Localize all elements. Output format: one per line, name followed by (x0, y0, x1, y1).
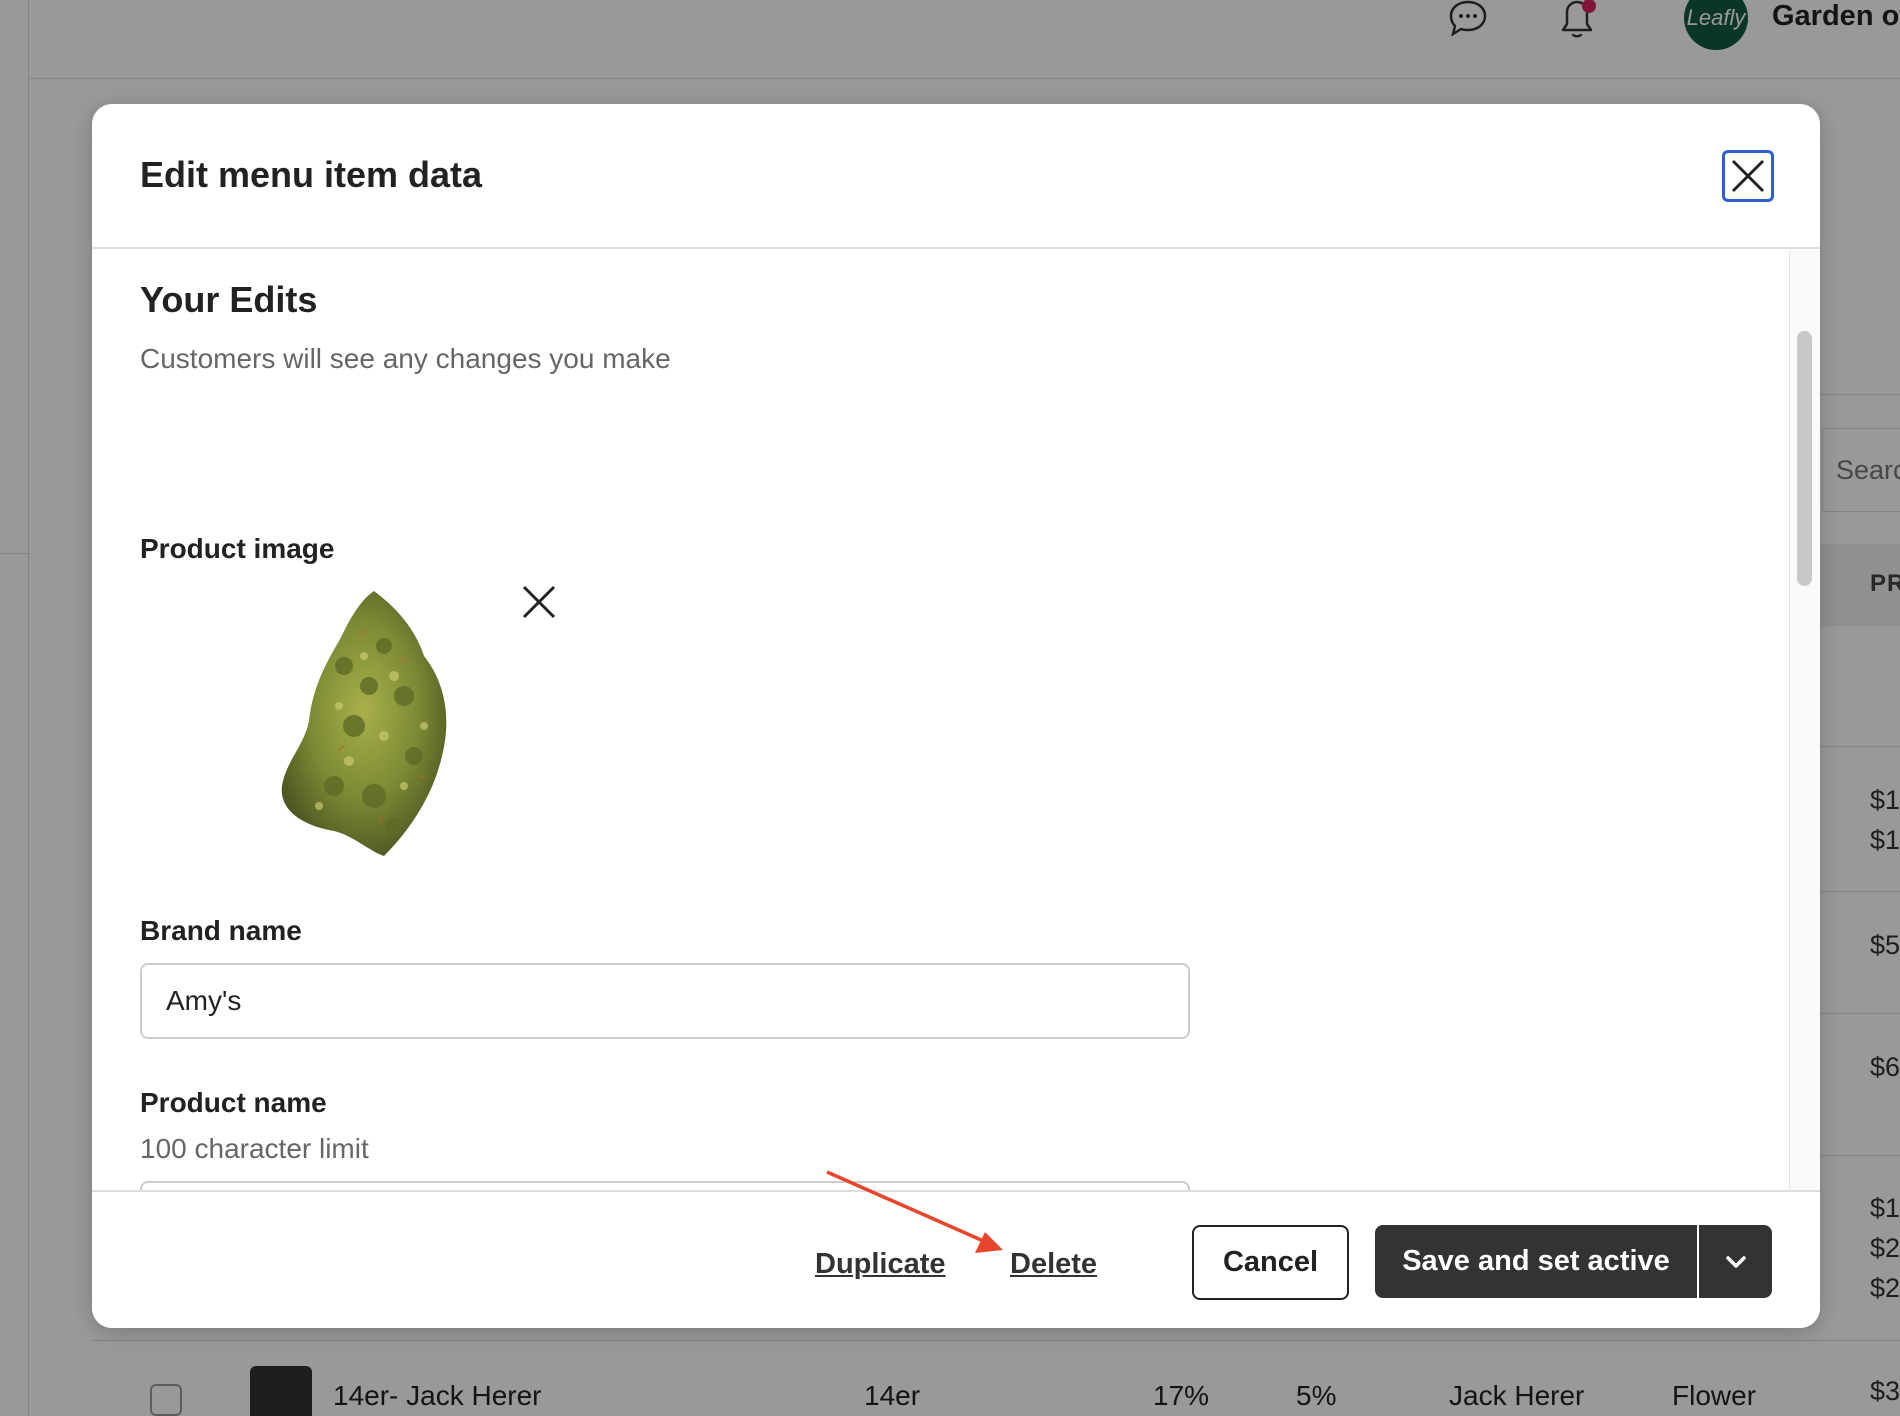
close-button[interactable] (1722, 150, 1774, 202)
section-title: Your Edits (140, 279, 318, 320)
edit-menu-item-modal: Edit menu item data Your Edits Customers… (92, 104, 1820, 1328)
product-image (281, 591, 447, 856)
delete-link[interactable]: Delete (1010, 1248, 1097, 1281)
brand-name-input[interactable] (140, 963, 1190, 1039)
remove-image-icon (522, 585, 556, 619)
duplicate-link[interactable]: Duplicate (815, 1248, 946, 1281)
save-and-set-active-button[interactable]: Save and set active (1375, 1225, 1697, 1298)
product-image-label: Product image (140, 533, 335, 564)
product-name-input[interactable] (140, 1181, 1190, 1190)
remove-image-button[interactable] (518, 581, 560, 623)
chevron-down-icon (1725, 1255, 1746, 1268)
modal-footer: Duplicate Delete Cancel Save and set act… (92, 1190, 1820, 1328)
brand-name-label: Brand name (140, 915, 302, 946)
cancel-button[interactable]: Cancel (1192, 1225, 1349, 1300)
product-name-hint: 100 character limit (140, 1133, 369, 1164)
product-name-label: Product name (140, 1087, 327, 1118)
modal-header: Edit menu item data (92, 104, 1820, 249)
save-options-dropdown-button[interactable] (1699, 1225, 1772, 1298)
modal-body: Your Edits Customers will see any change… (92, 251, 1820, 1190)
modal-title: Edit menu item data (140, 154, 483, 195)
section-subtitle: Customers will see any changes you make (140, 343, 671, 374)
scrollbar-thumb[interactable] (1797, 331, 1812, 586)
close-icon (1731, 159, 1765, 193)
